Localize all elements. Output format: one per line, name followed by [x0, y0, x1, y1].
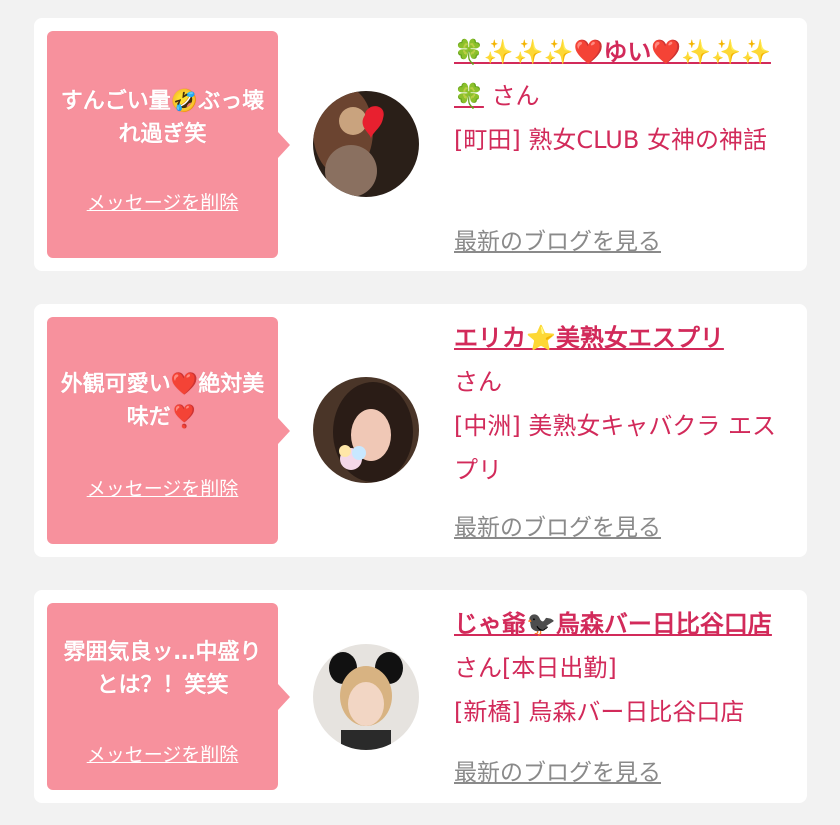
avatar-photo [313, 377, 419, 483]
message-card: すんごい量🤣ぶっ壊れ過ぎ笑 メッセージを削除 🍀✨✨✨❤️ゆい❤️✨✨✨🍀 さん… [34, 18, 807, 271]
message-card: 外観可愛い❤️絶対美味だ❣️ メッセージを削除 エリカ⭐美熟女エスプリ さん [… [34, 304, 807, 557]
latest-blog-link[interactable]: 最新のブログを見る [454, 508, 661, 542]
message-text: 雰囲気良ッ…中盛りとは？！笑笑 [63, 640, 262, 698]
delete-message-link[interactable]: メッセージを削除 [47, 474, 278, 501]
girl-name-link[interactable]: じゃ爺🐦‍⬛烏森バー日比谷口店 [454, 610, 772, 638]
message-bubble: 雰囲気良ッ…中盛りとは？！笑笑 メッセージを削除 [47, 603, 290, 790]
avatar[interactable] [313, 377, 419, 483]
message-bubble: すんごい量🤣ぶっ壊れ過ぎ笑 メッセージを削除 [47, 31, 290, 258]
girl-info: じゃ爺🐦‍⬛烏森バー日比谷口店 さん[本日出勤] [新橋] 烏森バー日比谷口店 [454, 602, 794, 734]
honorific: さん [491, 82, 540, 110]
avatar[interactable] [313, 91, 419, 197]
avatar-photo [313, 91, 419, 197]
honorific: さん[本日出勤] [454, 654, 617, 682]
message-card: 雰囲気良ッ…中盛りとは？！笑笑 メッセージを削除 じゃ爺🐦‍⬛烏森バー日比谷口店… [34, 590, 807, 803]
latest-blog-link[interactable]: 最新のブログを見る [454, 753, 661, 787]
shop-name: [中洲] 美熟女キャバクラ エスプリ [454, 412, 776, 484]
delete-message-link[interactable]: メッセージを削除 [47, 188, 278, 215]
message-text: 外観可愛い❤️絶対美味だ❣️ [60, 372, 265, 430]
latest-blog-link[interactable]: 最新のブログを見る [454, 222, 661, 256]
delete-message-link[interactable]: メッセージを削除 [47, 740, 278, 767]
honorific: さん [454, 368, 502, 396]
girl-info: 🍀✨✨✨❤️ゆい❤️✨✨✨🍀 さん [町田] 熟女CLUB 女神の神話 [454, 30, 794, 162]
message-bubble: 外観可愛い❤️絶対美味だ❣️ メッセージを削除 [47, 317, 290, 544]
shop-name: [新橋] 烏森バー日比谷口店 [454, 698, 745, 726]
avatar[interactable] [313, 644, 419, 750]
girl-name-link[interactable]: エリカ⭐美熟女エスプリ [454, 324, 724, 352]
shop-name: [町田] 熟女CLUB 女神の神話 [454, 126, 767, 154]
avatar-photo [313, 644, 419, 750]
message-text: すんごい量🤣ぶっ壊れ過ぎ笑 [60, 89, 265, 147]
girl-info: エリカ⭐美熟女エスプリ さん [中洲] 美熟女キャバクラ エスプリ [454, 316, 794, 492]
